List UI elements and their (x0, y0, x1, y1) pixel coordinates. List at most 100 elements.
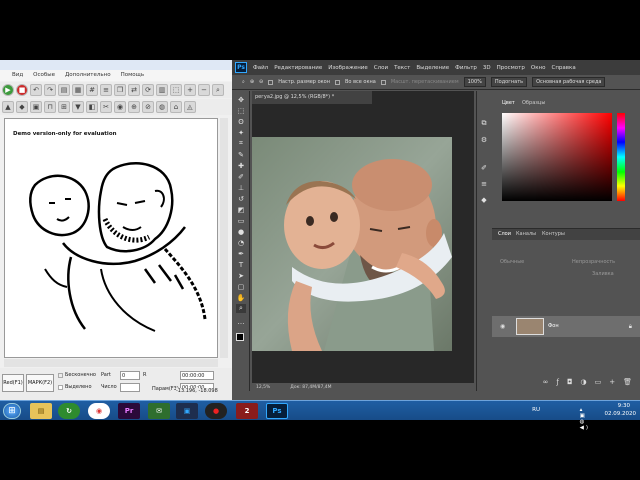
canvas-horizontal-scrollbar[interactable] (4, 359, 218, 367)
clock-time[interactable]: 9:30 (618, 403, 630, 409)
new-group-icon[interactable]: ▭ (595, 378, 602, 390)
zoom-in-icon[interactable]: + (184, 84, 196, 96)
ps-menu-filter[interactable]: Фильтр (455, 65, 477, 71)
bitmap-icon[interactable]: ▥ (156, 84, 168, 96)
history-brush-tool-icon[interactable]: ↺ (236, 194, 246, 203)
tab-color[interactable]: Цвет (502, 98, 515, 109)
history-panel-icon[interactable]: ⧉ (479, 119, 489, 128)
ps-menu-image[interactable]: Изображение (328, 65, 368, 71)
undo-icon[interactable]: ↶ (30, 84, 42, 96)
ps-menu-help[interactable]: Справка (551, 65, 575, 71)
redo-icon[interactable]: ↷ (44, 84, 56, 96)
copy-icon[interactable]: ❐ (114, 84, 126, 96)
zoom-out-icon[interactable]: − (198, 84, 210, 96)
zoom-icon[interactable]: ⌕ (212, 84, 224, 96)
eyedropper-tool-icon[interactable]: ✎ (236, 150, 246, 159)
shape-tool-icon[interactable]: ▢ (236, 282, 246, 291)
grid-icon[interactable]: # (86, 84, 98, 96)
properties-panel-icon[interactable]: ⚙ (479, 135, 489, 144)
run-icon[interactable]: ▶ (2, 84, 14, 96)
foreground-color-swatch[interactable] (236, 333, 244, 341)
crop-tool-icon[interactable]: ⌗ (236, 139, 246, 148)
blur-tool-icon[interactable]: ● (236, 227, 246, 236)
tool-d-icon[interactable]: ⊞ (58, 101, 70, 113)
adjustment-layer-icon[interactable]: ◑ (581, 378, 587, 390)
red-button[interactable]: Red(F1) (2, 374, 24, 392)
app-taskbar-icon[interactable]: ↻ (58, 403, 80, 419)
brush-tool-icon[interactable]: ✐ (236, 172, 246, 181)
number-field[interactable] (120, 383, 140, 392)
tab-swatches[interactable]: Образцы (522, 98, 545, 109)
photoshop-taskbar-icon-2[interactable]: ▣ (176, 403, 198, 419)
chrome-taskbar-icon[interactable]: ◉ (88, 403, 110, 419)
tool-c-icon[interactable]: ▣ (30, 101, 42, 113)
part-field[interactable]: 0 (120, 371, 140, 380)
marquee-tool-icon[interactable]: ⬚ (236, 106, 246, 115)
adjustments-panel-icon[interactable]: ≡ (479, 179, 489, 188)
menu-item-special[interactable]: Особые (33, 70, 55, 81)
ps-menu-view[interactable]: Просмотр (497, 65, 525, 71)
tab-channels[interactable]: Каналы (516, 229, 536, 240)
add-mask-icon[interactable]: ◘ (567, 378, 573, 390)
lock-icon[interactable]: ⊓ (44, 101, 56, 113)
image-icon[interactable]: ▦ (72, 84, 84, 96)
magic-wand-tool-icon[interactable]: ✦ (236, 128, 246, 137)
layer-style-icon[interactable]: ƒ (556, 378, 558, 390)
select-icon[interactable]: ⬚ (170, 84, 182, 96)
lines-icon[interactable]: ≡ (100, 84, 112, 96)
tool-i-icon[interactable]: ⊕ (128, 101, 140, 113)
rotate-icon[interactable]: ⟳ (142, 84, 154, 96)
record-taskbar-icon[interactable]: ● (205, 403, 227, 419)
ps-menu-select[interactable]: Выделение (416, 65, 449, 71)
delete-layer-icon[interactable]: 🗑︎ (623, 378, 632, 390)
brush-panel-icon[interactable]: ✐ (479, 163, 489, 172)
more-tools-icon[interactable]: … (236, 317, 246, 326)
endless-checkbox[interactable] (58, 373, 63, 378)
menu-item-view[interactable]: Вид (12, 70, 23, 81)
new-layer-icon[interactable]: + (609, 378, 615, 390)
zoom-out-option-icon[interactable]: ⊖ (259, 79, 263, 85)
hue-slider[interactable] (617, 113, 625, 201)
tray-icons[interactable]: ▴ ▣ ◍ ◀) (580, 407, 590, 431)
premiere-taskbar-icon[interactable]: Pr (118, 403, 140, 419)
gradient-tool-icon[interactable]: ▭ (236, 216, 246, 225)
tool-k-icon[interactable]: ◍ (156, 101, 168, 113)
ps-menu-window[interactable]: Окно (531, 65, 546, 71)
mark-button[interactable]: МАРК(F2) (26, 374, 54, 392)
selected-checkbox[interactable] (58, 385, 63, 390)
color-picker-field[interactable] (502, 113, 612, 201)
app2-taskbar-icon[interactable]: 2 (236, 403, 258, 419)
type-tool-icon[interactable]: T (236, 260, 246, 269)
move-tool-icon[interactable]: ✥ (236, 95, 246, 104)
eraser-tool-icon[interactable]: ◩ (236, 205, 246, 214)
canvas-vertical-scrollbar[interactable] (220, 118, 228, 358)
tab-paths[interactable]: Контуры (542, 229, 565, 240)
workspace-select[interactable]: Основная рабочая среда (532, 77, 606, 87)
ps-menu-text[interactable]: Текст (394, 65, 410, 71)
styles-panel-icon[interactable]: ◆ (479, 195, 489, 204)
menu-item-help[interactable]: Помощь (121, 70, 144, 81)
zoom-tool-icon[interactable]: ⌕ (242, 79, 245, 85)
path-select-tool-icon[interactable]: ➤ (236, 271, 246, 280)
ps-menu-layers[interactable]: Слои (374, 65, 388, 71)
layer-row-background[interactable]: ◉ Фон 🔒︎ (492, 316, 640, 337)
tool-j-icon[interactable]: ⊘ (142, 101, 154, 113)
hand-tool-icon[interactable]: ✋ (236, 293, 246, 302)
tool-f-icon[interactable]: ◧ (86, 101, 98, 113)
link-layers-icon[interactable]: ∞ (543, 378, 549, 390)
dodge-tool-icon[interactable]: ◔ (236, 238, 246, 247)
start-button-icon[interactable]: ⊞ (3, 403, 21, 419)
tool-g-icon[interactable]: ✂ (100, 101, 112, 113)
tool-m-icon[interactable]: ◬ (184, 101, 196, 113)
flip-icon[interactable]: ⇄ (128, 84, 140, 96)
vectorizer-canvas[interactable]: Demo version-only for evaluation (4, 118, 218, 358)
tool-h-icon[interactable]: ◉ (114, 101, 126, 113)
scrubby-zoom-checkbox[interactable] (380, 79, 386, 85)
zoom-in-option-icon[interactable]: ⊕ (250, 79, 254, 85)
photoshop-taskbar-icon[interactable]: Ps (266, 403, 288, 419)
tool-l-icon[interactable]: ⌂ (170, 101, 182, 113)
layer-kind-filter[interactable]: Обычные (500, 257, 524, 268)
resize-windows-checkbox[interactable] (268, 79, 274, 85)
explorer-taskbar-icon[interactable]: ▤ (30, 403, 52, 419)
tool-a-icon[interactable]: ▲ (2, 101, 14, 113)
